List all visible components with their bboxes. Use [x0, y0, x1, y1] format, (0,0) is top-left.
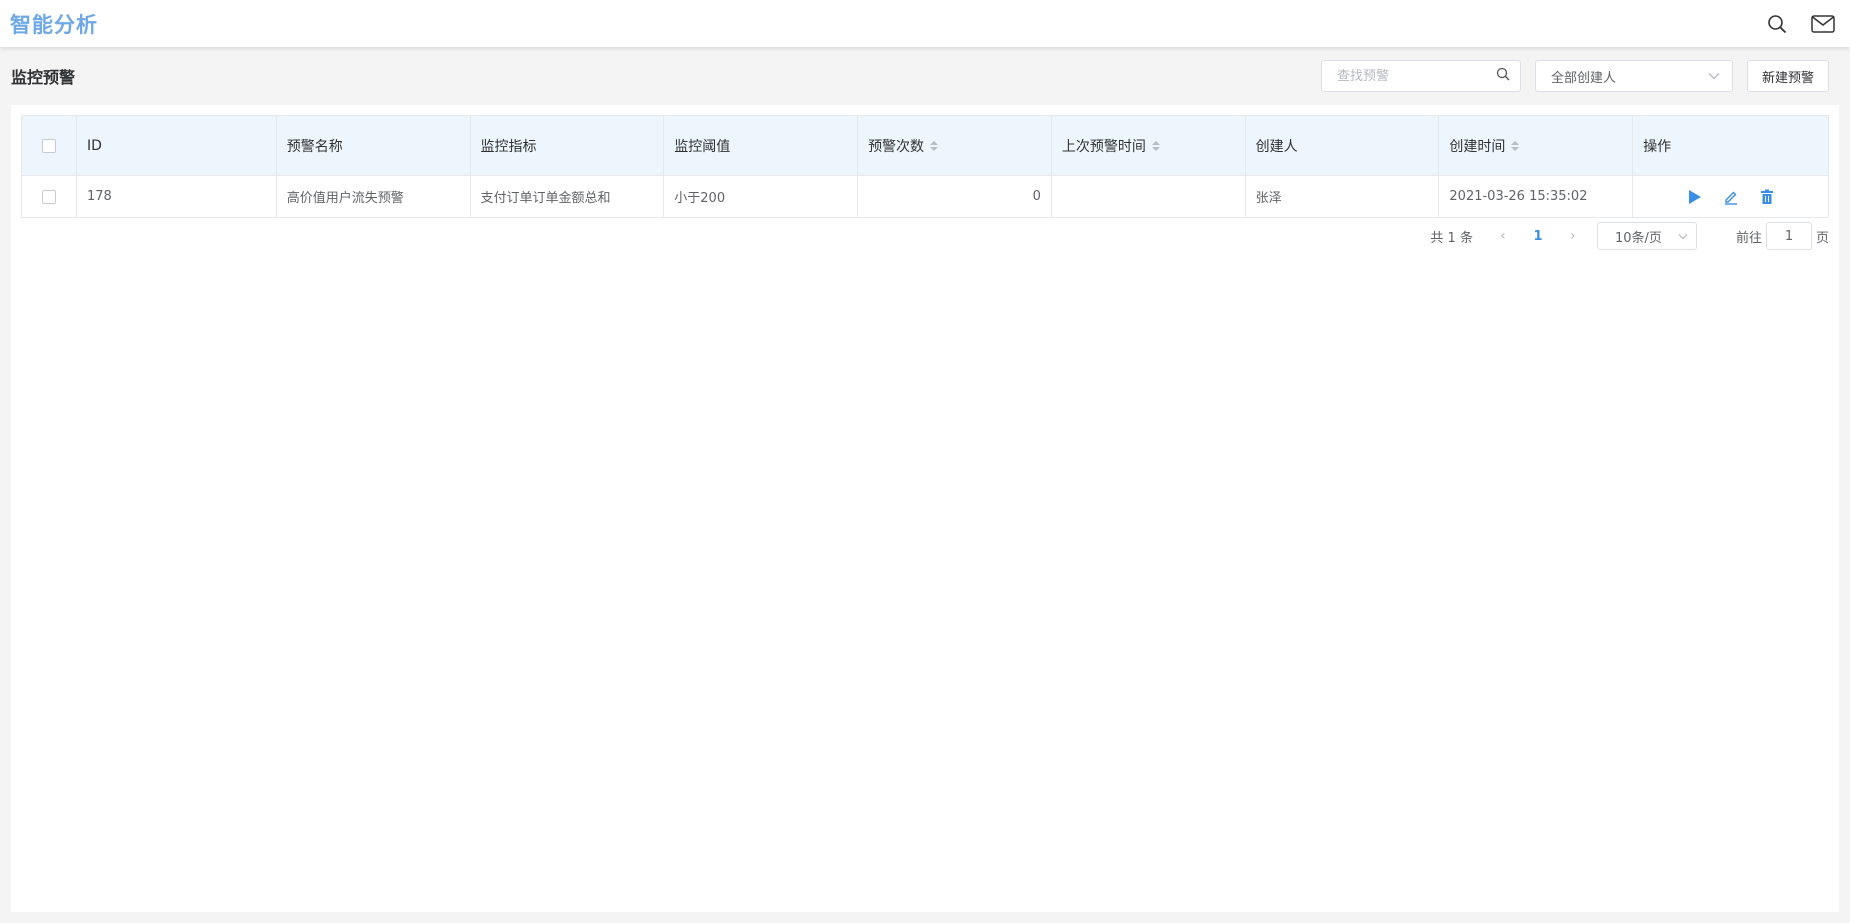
cell-actions	[1633, 176, 1828, 217]
play-icon[interactable]	[1686, 188, 1704, 206]
content-panel: ID 预警名称 监控指标 监控阈值 预警次数 上次预警时间 创建人 创建时间 操…	[11, 105, 1839, 912]
toolbar: 全部创建人 新建预警	[1320, 60, 1839, 92]
chevron-left-icon[interactable]: ‹	[1489, 228, 1517, 244]
column-header-metric: 监控指标	[471, 116, 665, 175]
sort-icon[interactable]	[1511, 140, 1520, 151]
header-actions	[1764, 11, 1840, 37]
cell-created: 2021-03-26 15:35:02	[1439, 176, 1634, 217]
chevron-down-icon	[1708, 69, 1720, 84]
table-row: 178 高价值用户流失预警 支付订单订单金额总和 小于200 0 张泽 2021…	[22, 175, 1828, 217]
page-title: 监控预警	[11, 68, 76, 87]
mail-icon[interactable]	[1810, 11, 1836, 37]
column-header-id: ID	[77, 116, 277, 175]
page-number[interactable]: 1	[1523, 229, 1553, 244]
chevron-right-icon[interactable]: ›	[1559, 228, 1587, 244]
cell-threshold: 小于200	[664, 176, 859, 217]
select-all-checkbox[interactable]	[41, 138, 56, 153]
new-alert-button[interactable]: 新建预警	[1746, 60, 1829, 92]
page-size-value: 10条/页	[1614, 230, 1662, 246]
goto-page: 前往 页	[1736, 222, 1829, 250]
column-header-count[interactable]: 预警次数	[858, 116, 1052, 175]
search-icon[interactable]	[1496, 67, 1510, 85]
cell-count: 0	[858, 176, 1052, 217]
column-header-actions: 操作	[1643, 138, 1672, 155]
creator-select-value: 全部创建人	[1550, 70, 1616, 86]
column-header-created-label: 创建时间	[1449, 138, 1506, 155]
top-header: 智能分析	[0, 0, 1850, 47]
column-header-created[interactable]: 创建时间	[1439, 116, 1634, 175]
column-header-threshold: 监控阈值	[664, 116, 859, 175]
page-suffix: 页	[1815, 230, 1829, 246]
column-header-count-label: 预警次数	[868, 138, 925, 155]
cell-creator: 张泽	[1246, 176, 1440, 217]
chevron-down-icon	[1678, 229, 1688, 244]
goto-label: 前往	[1735, 230, 1762, 246]
cell-metric: 支付订单订单金额总和	[471, 176, 665, 217]
alert-table: ID 预警名称 监控指标 监控阈值 预警次数 上次预警时间 创建人 创建时间 操…	[21, 115, 1829, 218]
row-checkbox[interactable]	[41, 189, 56, 204]
app-title: 智能分析	[10, 12, 98, 37]
sort-icon[interactable]	[930, 140, 939, 151]
column-header-last-time[interactable]: 上次预警时间	[1052, 116, 1246, 175]
cell-name: 高价值用户流失预警	[277, 176, 471, 217]
cell-id: 178	[77, 176, 277, 217]
column-header-name: 预警名称	[277, 116, 471, 175]
delete-icon[interactable]	[1758, 188, 1776, 206]
search-icon[interactable]	[1764, 11, 1790, 37]
creator-select[interactable]: 全部创建人	[1534, 60, 1733, 92]
page-header: 监控预警 全部创建人 新建预警	[0, 58, 1850, 94]
column-header-last-time-label: 上次预警时间	[1061, 138, 1146, 155]
pagination-total: 共 1 条	[1430, 230, 1473, 246]
page-size-select[interactable]: 10条/页	[1596, 222, 1697, 250]
pagination: 共 1 条 ‹ 1 › 10条/页 前往 页	[1430, 222, 1829, 250]
table-header: ID 预警名称 监控指标 监控阈值 预警次数 上次预警时间 创建人 创建时间 操…	[22, 116, 1828, 175]
search-field[interactable]	[1320, 60, 1521, 92]
edit-icon[interactable]	[1722, 188, 1740, 206]
goto-page-input[interactable]	[1765, 222, 1812, 250]
search-input[interactable]	[1336, 68, 1487, 84]
sort-icon[interactable]	[1151, 140, 1160, 151]
cell-last-time	[1052, 176, 1246, 217]
select-all-cell	[22, 116, 77, 175]
row-select-cell	[22, 176, 77, 217]
column-header-creator: 创建人	[1246, 116, 1440, 175]
